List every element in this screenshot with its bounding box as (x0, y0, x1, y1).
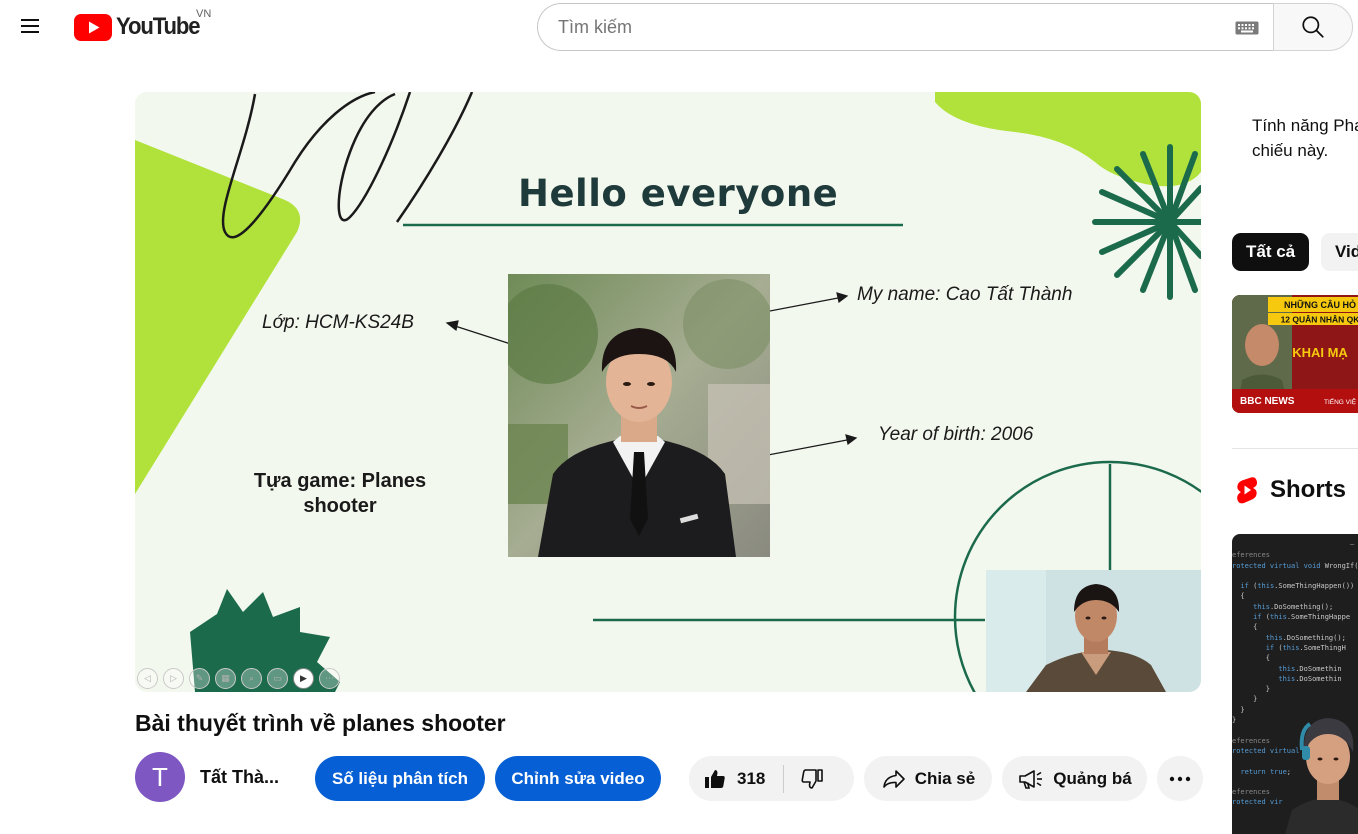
search-bar (537, 3, 1353, 51)
dislike-button[interactable] (784, 756, 824, 801)
thumb-headline: KHAI MẠ (1292, 345, 1348, 360)
slide-title: Hello everyone (518, 172, 839, 215)
masthead: YouTube VN (0, 0, 1358, 56)
thumbs-down-icon (801, 768, 824, 789)
youtube-logo[interactable]: YouTube VN (74, 8, 211, 42)
chip-videos[interactable]: Vid (1321, 233, 1358, 271)
hamburger-icon (21, 19, 39, 33)
pen-icon[interactable]: ✎ (189, 668, 210, 689)
video-player[interactable]: Hello everyone Lớp: HCM-KS24B My name: C… (135, 92, 1201, 692)
slide-scribble (221, 92, 474, 239)
more-horizontal-icon (1169, 776, 1191, 781)
slide-name-label: My name: Cao Tất Thành (857, 284, 1073, 305)
next-slide-icon[interactable]: ▷ (163, 668, 184, 689)
sidebar-notice: Tính năng Pha chiếu này. (1252, 113, 1358, 163)
sidebar-notice-line2: chiếu này. (1252, 141, 1329, 160)
thumb-banner-sub: 12 QUÂN NHÂN QK (1281, 314, 1358, 325)
search-icon (1302, 16, 1324, 38)
shorts-presenter (1285, 718, 1358, 834)
share-button[interactable]: Chia sẻ (864, 756, 992, 801)
slide-class-label: Lớp: HCM-KS24B (262, 312, 414, 333)
thumbs-up-icon (705, 769, 725, 788)
search-box (537, 3, 1273, 51)
analytics-button[interactable]: Số liệu phân tích (315, 756, 485, 801)
sidebar-notice-line1: Tính năng Pha (1252, 116, 1358, 135)
menu-button[interactable] (10, 6, 50, 46)
like-count: 318 (737, 768, 766, 788)
channel-avatar[interactable]: T (135, 752, 185, 802)
video-owner-row: T Tất Thà... Số liệu phân tích Chỉnh sửa… (135, 752, 1203, 804)
shorts-header: Shorts (1236, 476, 1346, 504)
more-actions-button[interactable] (1157, 756, 1203, 801)
slide-game-label: Tựa game: Planes shooter (253, 470, 427, 517)
sidebar-separator (1232, 448, 1358, 449)
subtitles-icon[interactable]: ▭ (267, 668, 288, 689)
slide-birth-label: Year of birth: 2006 (878, 424, 1034, 445)
share-label: Chia sẻ (914, 768, 976, 788)
thumb-banner-top: NHỮNG CÂU HỎ (1284, 299, 1356, 310)
more-options-icon[interactable]: ⋯ (319, 668, 340, 689)
video-title: Bài thuyết trình về planes shooter (135, 710, 506, 736)
like-button[interactable]: 318 (689, 756, 783, 801)
thumb-brand: BBC NEWS (1240, 396, 1295, 407)
shorts-label: Shorts (1270, 476, 1347, 503)
edit-video-button[interactable]: Chỉnh sửa video (495, 756, 661, 801)
share-icon (881, 767, 907, 791)
chip-all[interactable]: Tất cả (1232, 233, 1310, 271)
zoom-icon[interactable]: ⌕ (241, 668, 262, 689)
megaphone-icon (1017, 767, 1045, 791)
slide-portrait-photo (508, 274, 770, 557)
prev-slide-icon[interactable]: ◁ (137, 668, 158, 689)
slides-grid-icon[interactable]: ▦ (215, 668, 236, 689)
shorts-thumbnail[interactable]: ─ ─────── eferences rotected virtual voi… (1232, 534, 1358, 834)
promote-button[interactable]: Quảng bá (1002, 756, 1147, 801)
logo-wordmark: YouTube (116, 13, 201, 40)
search-input[interactable] (558, 16, 1218, 38)
youtube-play-icon (74, 13, 112, 41)
slideshow-controls: ◁ ▷ ✎ ▦ ⌕ ▭ ▶ ⋯ (137, 668, 340, 689)
slide-lime-blob (935, 92, 1201, 187)
search-button[interactable] (1273, 3, 1353, 51)
recommended-video-thumbnail[interactable]: NHỮNG CÂU HỎ 12 QUÂN NHÂN QK KHAI MẠ BBC… (1232, 295, 1358, 413)
channel-name[interactable]: Tất Thà... (200, 767, 279, 788)
promote-label: Quảng bá (1053, 768, 1132, 788)
country-code: VN (196, 8, 212, 20)
keyboard-icon[interactable] (1235, 21, 1259, 35)
shorts-icon (1237, 477, 1258, 504)
webcam-overlay (986, 570, 1201, 692)
like-dislike-group: 318 (689, 756, 854, 801)
camera-icon[interactable]: ▶ (293, 668, 314, 689)
